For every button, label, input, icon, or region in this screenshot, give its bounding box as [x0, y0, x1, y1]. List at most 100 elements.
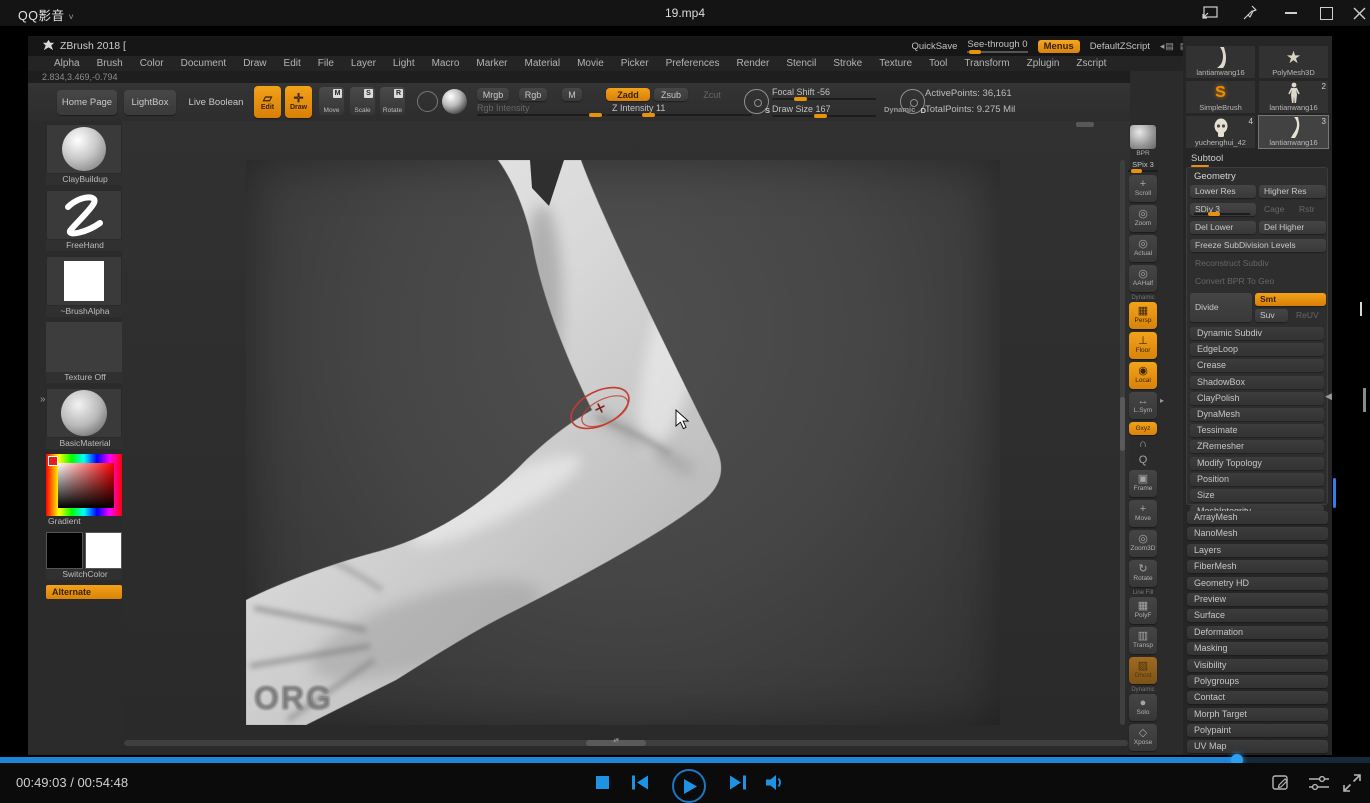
texture-selector[interactable]: Texture Off	[46, 322, 124, 383]
strip-button[interactable]: ↔ L.Sym	[1129, 392, 1157, 419]
focal-shift-slider[interactable]	[772, 98, 876, 100]
mid-divider-icon[interactable]: ▸	[1160, 396, 1164, 405]
menu-item[interactable]: Picker	[621, 58, 649, 69]
section-bar[interactable]: NanoMesh	[1187, 527, 1328, 540]
strip-button[interactable]: Q	[1129, 454, 1157, 467]
default-zscript-button[interactable]: DefaultZScript	[1090, 41, 1150, 52]
menus-button[interactable]: Menus	[1038, 40, 1080, 53]
menu-item[interactable]: Zplugin	[1027, 58, 1060, 69]
strip-button[interactable]: ◎ Zoom	[1129, 205, 1157, 232]
strip-button[interactable]: Dynamic ▦ Persp	[1129, 295, 1157, 329]
section-bar[interactable]: Deformation	[1187, 626, 1328, 639]
menu-item[interactable]: Layer	[351, 58, 376, 69]
stroke-selector[interactable]: FreeHand	[46, 190, 124, 251]
strip-button[interactable]: ⊥ Floor	[1129, 332, 1157, 359]
cage-button[interactable]: Cage	[1259, 203, 1292, 216]
menu-item[interactable]: Material	[525, 58, 561, 69]
section-bar[interactable]: FiberMesh	[1187, 560, 1328, 573]
menu-item[interactable]: Preferences	[666, 58, 720, 69]
menu-item[interactable]: Document	[181, 58, 227, 69]
rstr-button[interactable]: Rstr	[1294, 203, 1326, 216]
switch-color[interactable]: SwitchColor	[46, 532, 124, 580]
section-bar[interactable]: Geometry HD	[1187, 577, 1328, 590]
pin-button[interactable]	[1236, 0, 1266, 26]
menu-item[interactable]: Marker	[476, 58, 507, 69]
draw-d-icon[interactable]: D	[900, 89, 925, 114]
higher-res-button[interactable]: Higher Res	[1259, 185, 1326, 198]
section-bar[interactable]: Morph Target	[1187, 708, 1328, 721]
tool-thumb-polymesh3d[interactable]: ★ PolyMesh3D	[1258, 45, 1329, 79]
strip-button[interactable]: + Move	[1129, 500, 1157, 527]
tool-thumb-yuchenghui42[interactable]: 4 yuchenghui_42	[1185, 115, 1256, 149]
rgb-intensity-slider[interactable]	[477, 114, 605, 116]
subsection-bar[interactable]: Crease	[1190, 359, 1324, 372]
convert-bpr-button[interactable]: Convert BPR To Geo	[1190, 275, 1326, 288]
see-through-nub[interactable]	[969, 50, 981, 54]
menu-item[interactable]: Tool	[929, 58, 947, 69]
strip-button[interactable]: Dynamic ● Solo	[1129, 687, 1157, 721]
section-bar[interactable]: ArrayMesh	[1187, 511, 1328, 524]
scale-button[interactable]: SScale	[350, 87, 375, 115]
strip-button[interactable]: ▨ Ghost	[1129, 657, 1157, 684]
rotate-button[interactable]: RRotate	[380, 87, 405, 115]
playlist-settings-button[interactable]	[1309, 775, 1329, 791]
subsection-bar[interactable]: Modify Topology	[1190, 457, 1324, 470]
subsection-bar[interactable]: Position	[1190, 473, 1324, 486]
del-higher-button[interactable]: Del Higher	[1259, 221, 1326, 234]
color-picker[interactable]: Gradient	[46, 454, 124, 527]
menu-item[interactable]: Stencil	[786, 58, 816, 69]
subsection-bar[interactable]: Tessimate	[1190, 424, 1324, 437]
smt-button[interactable]: Smt	[1255, 293, 1326, 306]
alpha-selector[interactable]: ~BrushAlpha	[46, 256, 124, 317]
subsection-bar[interactable]: ClayPolish	[1190, 392, 1324, 405]
quicksave-button[interactable]: QuickSave	[911, 41, 957, 52]
canvas-hscrollbar[interactable]	[124, 740, 1128, 746]
divide-button[interactable]: Divide	[1190, 293, 1252, 322]
zcut-button[interactable]: Zcut	[696, 88, 728, 101]
move-button[interactable]: MMove	[319, 87, 344, 115]
material-picker-icon[interactable]	[442, 89, 467, 114]
strip-button[interactable]: + Scroll	[1129, 175, 1157, 202]
section-bar[interactable]: Polygroups	[1187, 675, 1328, 688]
section-bar[interactable]: Polypaint	[1187, 724, 1328, 737]
next-button[interactable]	[729, 775, 747, 790]
zadd-button[interactable]: Zadd	[606, 88, 650, 101]
tool-thumb-lantianwang16[interactable]: lantianwang16	[1185, 45, 1256, 79]
strip-button[interactable]: ▥ Transp	[1129, 627, 1157, 654]
tool-thumb-lantianwang16-3[interactable]: 3 lantianwang16	[1258, 115, 1329, 149]
subsection-bar[interactable]: Dynamic Subdiv	[1190, 327, 1324, 340]
freeze-subdivision-button[interactable]: Freeze SubDivision Levels	[1190, 239, 1326, 252]
geometry-header[interactable]: Geometry	[1187, 168, 1327, 185]
menu-item[interactable]: Render	[737, 58, 770, 69]
section-bar[interactable]: UV Map	[1187, 740, 1328, 753]
menu-item[interactable]: Zscript	[1076, 58, 1106, 69]
menu-item[interactable]: Macro	[432, 58, 460, 69]
edge-handle[interactable]	[1360, 302, 1362, 316]
strip-button[interactable]: Line Fill ▦ PolyF	[1129, 590, 1157, 624]
subsection-bar[interactable]: ShadowBox	[1190, 376, 1324, 389]
mrgb-button[interactable]: Mrgb	[477, 88, 509, 101]
strip-button[interactable]: ◎ Actual	[1129, 235, 1157, 262]
volume-button[interactable]	[766, 774, 786, 791]
tool-thumb-simplebrush[interactable]: S SimpleBrush	[1185, 80, 1256, 114]
section-bar[interactable]: Visibility	[1187, 659, 1328, 672]
secondary-color-swatch[interactable]	[85, 532, 122, 569]
strip-button[interactable]: ▣ Frame	[1129, 470, 1157, 497]
material-selector[interactable]: BasicMaterial	[46, 388, 124, 449]
primary-color-swatch[interactable]	[46, 532, 83, 569]
right-divider-icon[interactable]: ◀	[1325, 391, 1332, 402]
subtool-header[interactable]: Subtool	[1191, 153, 1223, 164]
section-bar[interactable]: Preview	[1187, 593, 1328, 606]
rgb-button[interactable]: Rgb	[519, 88, 547, 101]
strip-button[interactable]: ∩	[1129, 438, 1157, 451]
menu-item[interactable]: File	[318, 58, 334, 69]
del-lower-button[interactable]: Del Lower	[1190, 221, 1256, 234]
suv-button[interactable]: Suv	[1255, 309, 1288, 322]
draw-size-slider[interactable]	[772, 115, 876, 117]
play-button[interactable]	[672, 769, 706, 803]
reconstruct-subdiv-button[interactable]: Reconstruct Subdiv	[1190, 257, 1326, 270]
menu-item[interactable]: Light	[393, 58, 415, 69]
gradient-color-picker-icon[interactable]	[46, 454, 122, 516]
reuv-button[interactable]: ReUV	[1291, 309, 1326, 322]
strip-button[interactable]: ◇ Xpose	[1129, 724, 1157, 751]
